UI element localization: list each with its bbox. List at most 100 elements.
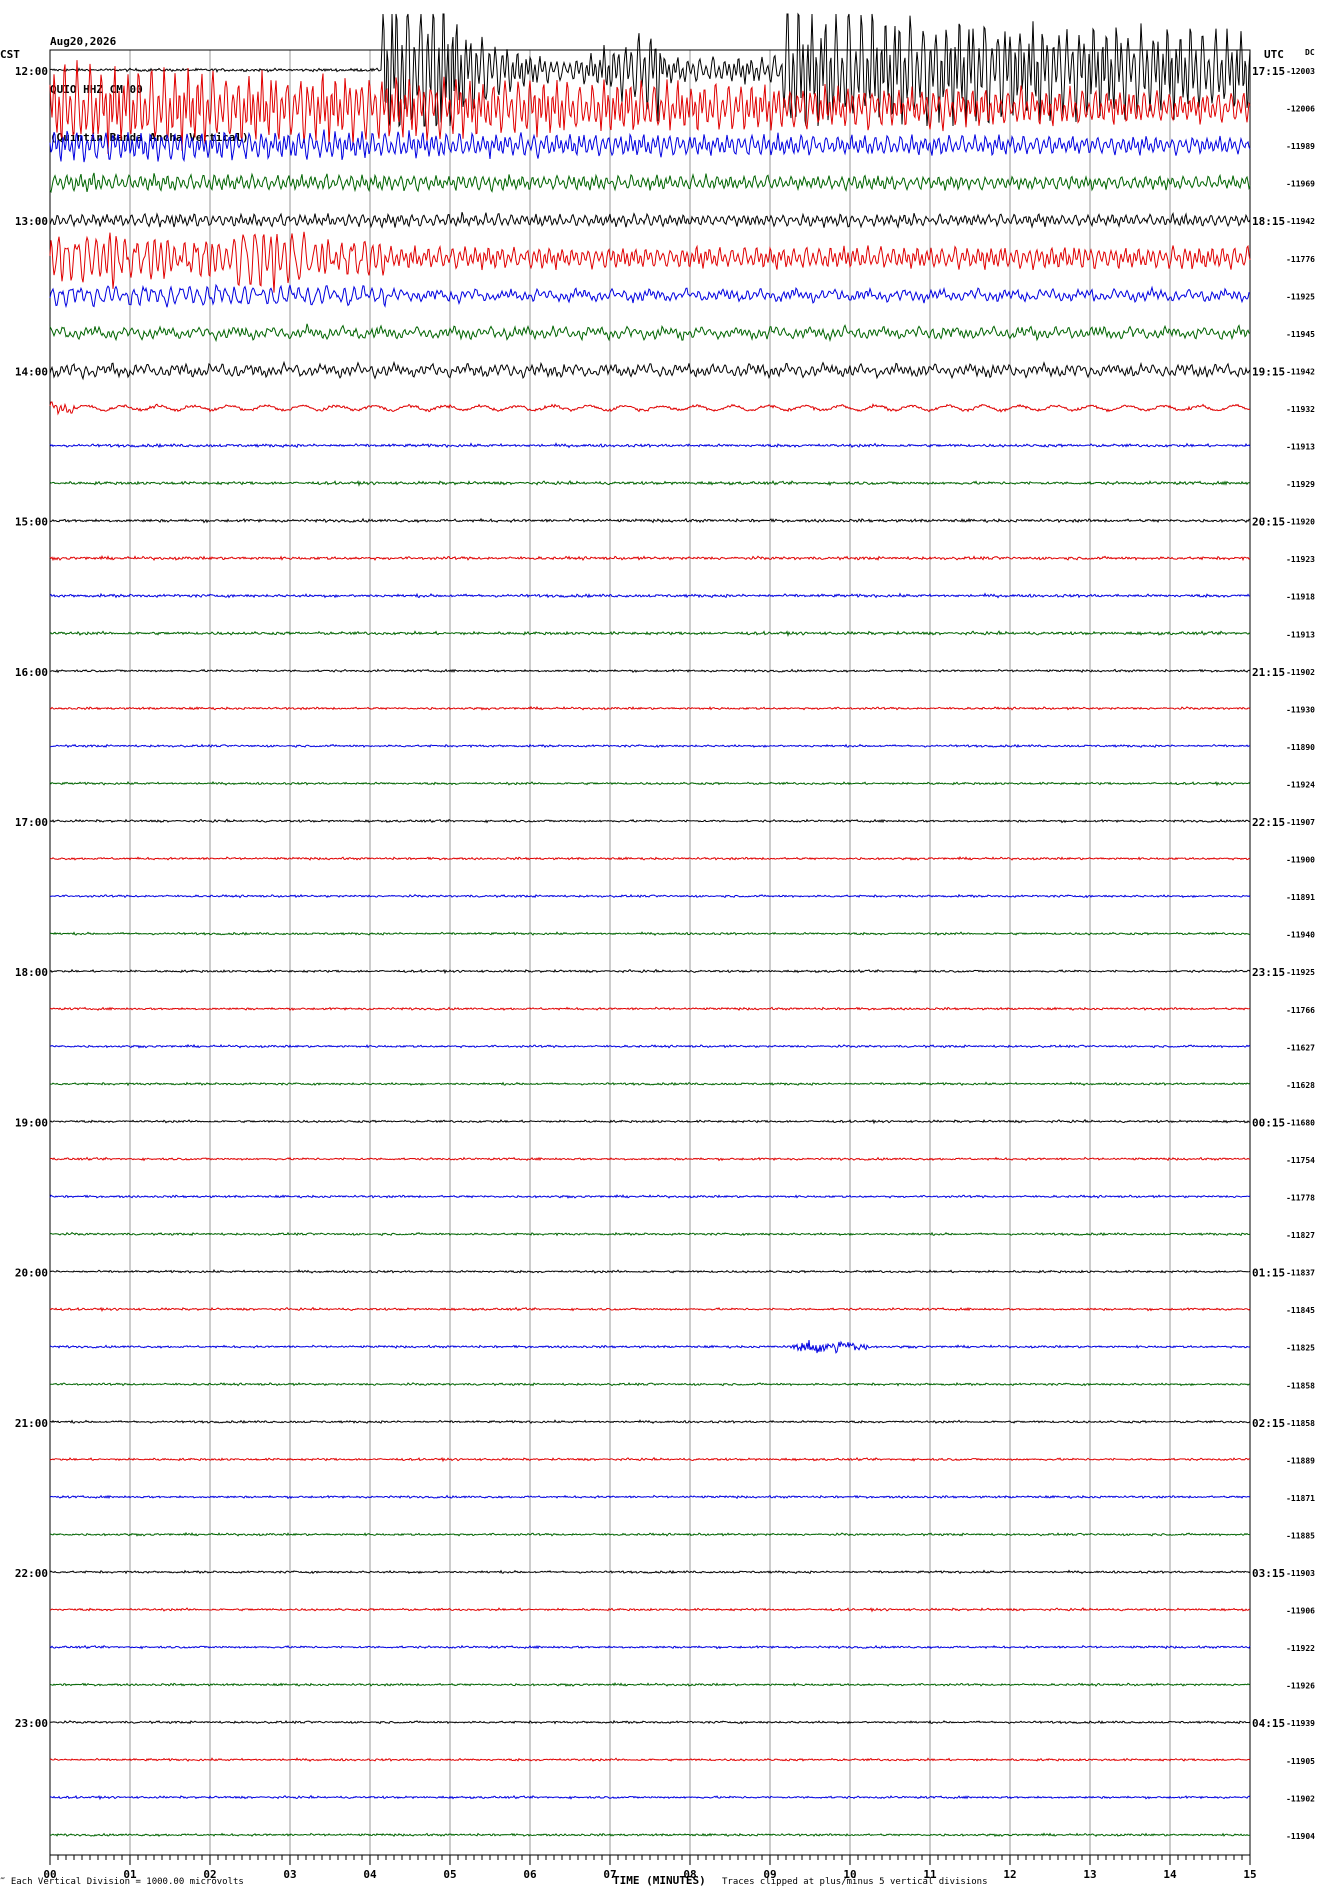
dc-offset-label: -11969	[1286, 180, 1315, 189]
dc-offset-label: -11900	[1286, 856, 1315, 865]
dc-offset-label: -11885	[1286, 1531, 1315, 1540]
seismic-trace	[49, 231, 1251, 293]
right-hour-label: 01:15	[1252, 1267, 1285, 1280]
seismic-trace	[49, 211, 1251, 229]
right-hour-label: 18:15	[1252, 215, 1285, 228]
left-hour-label: 15:00	[15, 516, 48, 529]
dc-offset-label: -11923	[1286, 555, 1315, 564]
x-tick-label: 13	[1083, 1868, 1096, 1881]
dc-offset-label: -11913	[1286, 443, 1315, 452]
dc-offset-label: -11920	[1286, 518, 1315, 527]
seismic-trace	[49, 1382, 1251, 1387]
seismic-trace	[49, 1719, 1251, 1725]
dc-offset-label: -11889	[1286, 1456, 1315, 1465]
seismic-trace	[49, 129, 1251, 163]
seismic-trace	[49, 12, 1251, 128]
left-hour-label: 18:00	[15, 966, 48, 979]
right-hour-label: 03:15	[1252, 1567, 1285, 1580]
right-hour-label: 00:15	[1252, 1116, 1285, 1129]
left-hour-label: 20:00	[15, 1267, 48, 1280]
dc-offset-label: -11906	[1286, 1607, 1315, 1616]
x-tick-label: 05	[443, 1868, 456, 1881]
dc-offset-label: -11932	[1286, 405, 1315, 414]
seismic-trace	[49, 323, 1251, 343]
dc-offset-label: -11890	[1286, 743, 1315, 752]
seismic-trace	[49, 1569, 1251, 1575]
seismic-trace	[49, 780, 1251, 787]
seismic-trace	[50, 893, 1251, 899]
helicorder-chart: 00 01 02 03 04 05 06 07 08 09 10 11 12 13 14 15-12003-1…	[15, 12, 1315, 1881]
dc-offset-label: -11766	[1286, 1006, 1315, 1015]
seismic-trace	[49, 1156, 1251, 1162]
seismic-trace	[49, 1644, 1251, 1650]
seismic-trace	[49, 668, 1251, 674]
seismic-trace	[49, 1832, 1250, 1838]
left-hour-label: 17:00	[15, 816, 48, 829]
left-hour-label: 12:00	[15, 65, 48, 78]
dc-offset-label: -11778	[1286, 1194, 1315, 1203]
right-hour-label: 19:15	[1252, 365, 1285, 378]
dc-offset-label: -11837	[1286, 1269, 1315, 1278]
dc-offset-label: -11925	[1286, 968, 1315, 977]
seismic-trace	[49, 1340, 1250, 1354]
seismic-trace	[49, 1006, 1251, 1012]
dc-offset-label: -11930	[1286, 705, 1315, 714]
seismic-trace	[49, 1419, 1251, 1424]
x-tick-label: 14	[1163, 1868, 1177, 1881]
right-hour-label: 02:15	[1252, 1417, 1285, 1430]
left-hour-label: 16:00	[15, 666, 48, 679]
seismic-trace	[49, 1794, 1251, 1801]
plot-frame	[49, 49, 1251, 1856]
dc-offset-label: -11922	[1286, 1644, 1315, 1653]
right-hour-label: 20:15	[1252, 516, 1285, 529]
dc-offset-label: -11903	[1286, 1569, 1315, 1578]
seismic-trace	[49, 360, 1251, 381]
seismic-trace	[49, 1682, 1251, 1687]
scale-mark-icon: ‴	[0, 1877, 11, 1887]
right-hour-label: 04:15	[1252, 1717, 1285, 1730]
seismic-trace	[49, 1081, 1251, 1087]
seismic-trace	[49, 401, 1251, 416]
dc-offset-label: -11680	[1286, 1118, 1315, 1127]
dc-offset-label: -11989	[1286, 142, 1315, 151]
seismic-trace	[49, 1757, 1251, 1763]
dc-offset-label: -11925	[1286, 292, 1315, 301]
x-axis-title: TIME (MINUTES)	[613, 1874, 706, 1887]
seismic-trace	[49, 442, 1251, 449]
scale-note-text: Each Vertical Division = 1000.00 microvo…	[10, 1877, 244, 1887]
dc-offset-label: -11945	[1286, 330, 1315, 339]
right-hour-label: 21:15	[1252, 666, 1285, 679]
dc-offset-label: -11918	[1286, 593, 1315, 602]
seismic-trace	[49, 1607, 1251, 1613]
seismic-trace	[49, 1531, 1251, 1537]
left-hour-label: 13:00	[15, 215, 48, 228]
dc-offset-label: -11924	[1286, 780, 1315, 789]
dc-offset-label: -11776	[1286, 255, 1315, 264]
dc-offset-label: -11827	[1286, 1231, 1315, 1240]
left-hour-label: 22:00	[15, 1567, 48, 1580]
seismic-trace	[49, 630, 1251, 638]
seismic-trace	[49, 1043, 1251, 1049]
seismic-trace	[49, 743, 1251, 749]
dc-offset-label: -11929	[1286, 480, 1315, 489]
dc-offset-label: -11904	[1286, 1832, 1315, 1841]
right-hour-label: 23:15	[1252, 966, 1285, 979]
seismic-trace	[49, 1194, 1251, 1199]
seismic-trace	[49, 1494, 1251, 1500]
dc-offset-label: -11942	[1286, 367, 1315, 376]
dc-offset-label: -11940	[1286, 931, 1315, 940]
seismic-trace	[49, 818, 1251, 824]
seismic-trace	[49, 1118, 1250, 1125]
dc-offset-label: -11845	[1286, 1306, 1315, 1315]
seismic-trace	[49, 517, 1251, 524]
dc-offset-label: -11913	[1286, 630, 1315, 639]
seismic-trace	[49, 931, 1251, 936]
dc-offset-label: -11942	[1286, 217, 1315, 226]
left-hour-label: 14:00	[15, 365, 48, 378]
dc-offset-label: -11858	[1286, 1419, 1315, 1428]
right-hour-label: 17:15	[1252, 65, 1285, 78]
x-tick-label: 06	[523, 1868, 537, 1881]
dc-offset-label: -11754	[1286, 1156, 1315, 1165]
clip-note: Traces clipped at plus/minus 5 vertical …	[722, 1877, 988, 1887]
dc-offset-label: -11627	[1286, 1043, 1315, 1052]
